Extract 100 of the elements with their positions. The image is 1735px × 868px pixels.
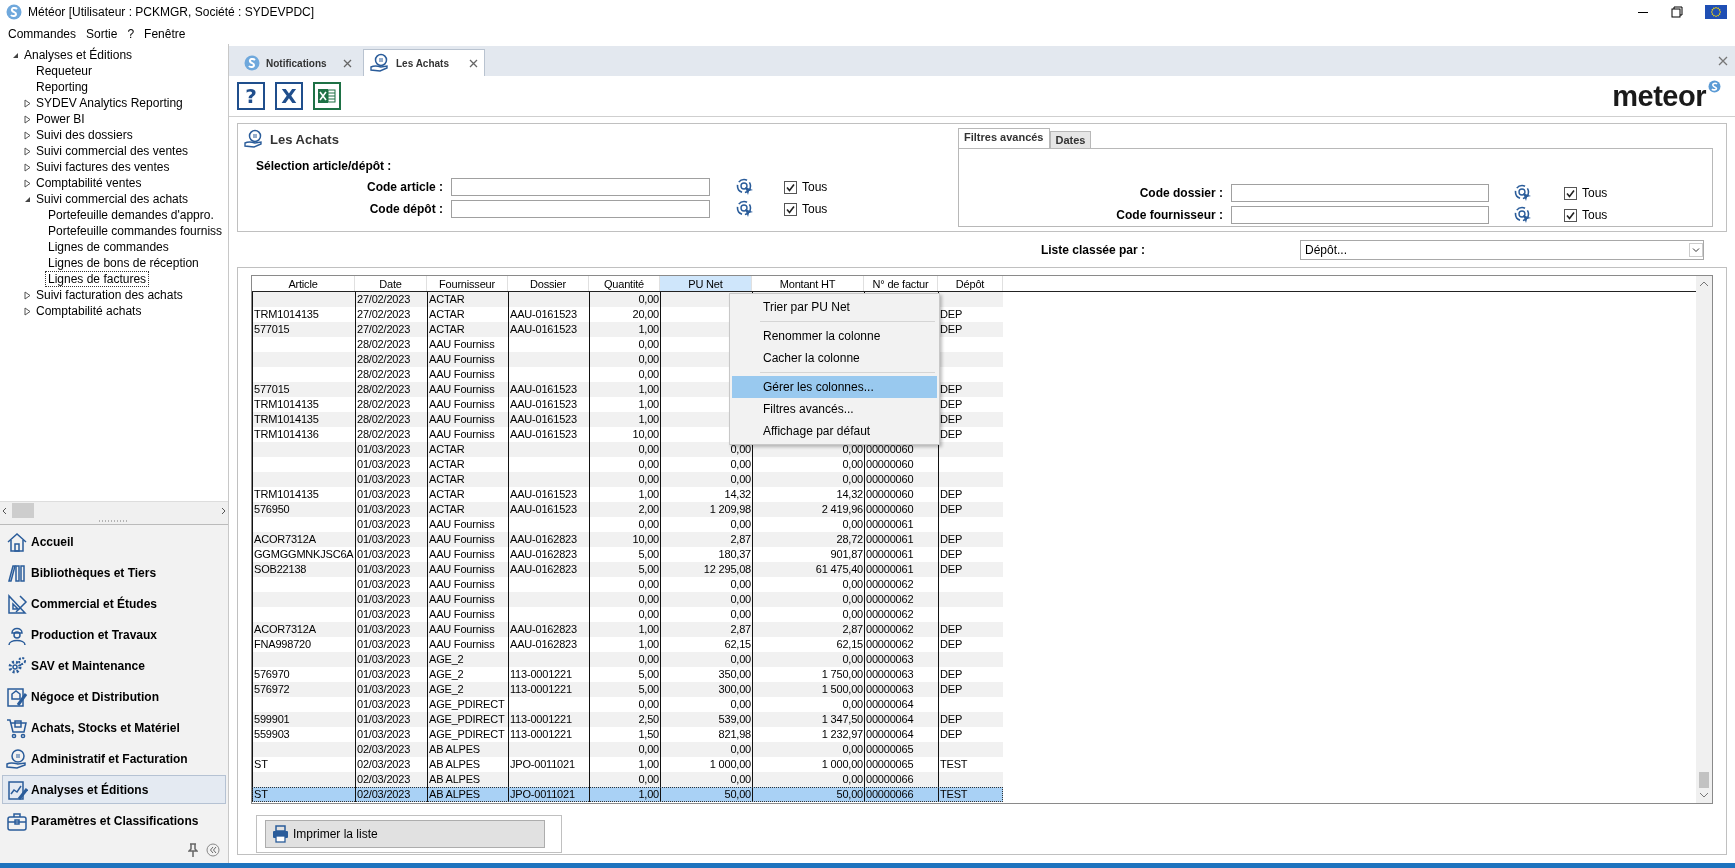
tree-item[interactable]: Suivi facturation des achats xyxy=(34,288,185,302)
expand-icon[interactable] xyxy=(23,98,31,108)
tree-item[interactable]: Suivi factures des ventes xyxy=(34,160,172,174)
expand-icon[interactable] xyxy=(23,290,31,300)
lookup-icon[interactable] xyxy=(1514,206,1532,224)
tree-item[interactable]: Comptabilité achats xyxy=(34,304,144,318)
checkbox[interactable] xyxy=(1564,186,1577,200)
column-header[interactable]: Date xyxy=(355,276,427,291)
tab[interactable]: Les Achats xyxy=(363,49,485,76)
table-row[interactable]: 01/03/2023 AGE_2 0,00 0,00 0,00 00000063 xyxy=(252,652,1003,667)
close-icon[interactable] xyxy=(343,58,352,68)
expand-icon[interactable] xyxy=(23,146,31,156)
table-row[interactable]: ACOR7312A 01/03/2023 AAU Fourniss AAU-0162823 10,00 2,87 28,72 00000061 DEP xyxy=(252,532,1003,547)
tab[interactable]: Filtres avancés xyxy=(958,128,1050,148)
close-icon[interactable] xyxy=(469,58,478,68)
input-field[interactable] xyxy=(1231,206,1489,224)
menu-item[interactable]: Gérer les colonnes... xyxy=(732,376,937,398)
lookup-icon[interactable] xyxy=(736,200,754,218)
nav-item[interactable]: SAV et Maintenance xyxy=(2,651,226,680)
lookup-icon[interactable] xyxy=(1514,184,1532,202)
table-row[interactable]: 576972 01/03/2023 AGE_2 113-0001221 5,00 300,00 1 500,00 00000063 DEP xyxy=(252,682,1003,697)
column-header[interactable]: Fournisseur xyxy=(427,276,508,291)
table-row[interactable]: 01/03/2023 ACTAR 0,00 0,00 0,00 00000060 xyxy=(252,442,1003,457)
nav-item[interactable]: Commercial et Études xyxy=(2,589,226,618)
scrollbar[interactable] xyxy=(1696,276,1712,803)
flag-icon[interactable] xyxy=(1705,5,1727,19)
column-header[interactable]: Montant HT xyxy=(752,276,864,291)
nav-item[interactable]: Administratif et Facturation xyxy=(2,744,226,773)
column-header[interactable]: Dépôt xyxy=(938,276,1003,291)
table-row[interactable]: 01/03/2023 AAU Fourniss 0,00 0,00 0,00 00000062 xyxy=(252,592,1003,607)
table-row[interactable]: SOB22138 01/03/2023 AAU Fourniss AAU-0162823 5,00 12 295,08 61 475,40 00000061 DEP xyxy=(252,562,1003,577)
table-cell: 2,87 xyxy=(660,532,752,547)
expand-icon[interactable] xyxy=(23,162,31,172)
field-label: Code article : xyxy=(365,180,444,194)
tree-item[interactable]: Suivi commercial des ventes xyxy=(34,144,191,158)
cancel-button[interactable]: X xyxy=(275,82,303,110)
menu-item[interactable]: Sortie xyxy=(81,27,123,41)
tree-item[interactable]: Comptabilité ventes xyxy=(34,176,144,190)
collapse-icon[interactable] xyxy=(11,51,19,59)
column-header[interactable]: N° de factur xyxy=(864,276,938,291)
column-header[interactable]: Dossier xyxy=(508,276,589,291)
collapse-panel-icon[interactable] xyxy=(206,843,220,857)
tree-item[interactable]: Reporting xyxy=(34,80,91,94)
tree-item[interactable]: Lignes de factures xyxy=(46,272,149,286)
tree-item[interactable]: Requeteur xyxy=(34,64,95,78)
expand-icon[interactable] xyxy=(23,306,31,316)
expand-icon[interactable] xyxy=(23,178,31,188)
input-field[interactable] xyxy=(1231,184,1489,202)
pin-icon[interactable] xyxy=(188,843,198,857)
collapse-icon[interactable] xyxy=(23,195,31,203)
close-icon[interactable] xyxy=(1718,56,1728,66)
table-cell: ACTAR xyxy=(427,292,508,307)
nav-item[interactable]: Achats, Stocks et Matériel xyxy=(2,713,226,742)
table-row[interactable]: ST 02/03/2023 AB ALPES JPO-0011021 1,00 50,00 50,00 00000066 TEST xyxy=(252,787,1003,802)
tree-item[interactable]: Portefeuille commandes fourniss xyxy=(46,224,225,238)
menu-item[interactable]: ? xyxy=(122,27,140,41)
nav-item[interactable]: Bibliothèques et Tiers xyxy=(2,558,226,587)
nav-item[interactable]: Paramètres et Classifications xyxy=(2,806,226,835)
checkbox[interactable] xyxy=(1564,208,1577,222)
table-row[interactable]: 01/03/2023 ACTAR 0,00 0,00 0,00 00000060 xyxy=(252,472,1003,487)
table-row[interactable]: 02/03/2023 AB ALPES 0,00 0,00 0,00 00000065 xyxy=(252,742,1003,757)
menu-item[interactable]: Fenêtre xyxy=(139,27,191,41)
tree-item[interactable]: Power BI xyxy=(34,112,87,126)
export-button[interactable] xyxy=(313,82,341,110)
tree-item[interactable]: Portefeuille demandes d'appro. xyxy=(46,208,216,222)
nav-item[interactable]: Accueil xyxy=(2,527,226,556)
restore-icon[interactable] xyxy=(1671,6,1683,18)
table-row[interactable]: ACOR7312A 01/03/2023 AAU Fourniss AAU-0162823 1,00 2,87 2,87 00000062 DEP xyxy=(252,622,1003,637)
table-cell: 2,00 xyxy=(589,502,660,517)
menu-item[interactable]: Commandes xyxy=(3,27,82,41)
tree-item[interactable]: SYDEV Analytics Reporting xyxy=(34,96,185,110)
nav-item[interactable]: Production et Travaux xyxy=(2,620,226,649)
tree-item[interactable]: Lignes de commandes xyxy=(46,240,171,254)
column-header[interactable]: Article xyxy=(252,276,355,291)
tree-item[interactable]: Suivi commercial des achats xyxy=(34,192,191,206)
tree-item[interactable]: Analyses et Éditions xyxy=(22,48,135,62)
splitter-handle[interactable] xyxy=(99,519,129,523)
table-row[interactable]: 02/03/2023 AB ALPES 0,00 0,00 0,00 00000066 xyxy=(252,772,1003,787)
scrollbar[interactable] xyxy=(0,501,228,519)
table-row[interactable]: 576950 01/03/2023 ACTAR AAU-0161523 2,00 1 209,98 2 419,96 00000060 DEP xyxy=(252,502,1003,517)
lookup-icon[interactable] xyxy=(736,178,754,196)
checkbox[interactable] xyxy=(784,202,797,216)
checkbox[interactable] xyxy=(784,180,797,194)
nav-item[interactable]: Négoce et Distribution xyxy=(2,682,226,711)
sort-dropdown[interactable]: Dépôt... xyxy=(1300,239,1704,260)
expand-icon[interactable] xyxy=(23,114,31,124)
expand-icon[interactable] xyxy=(23,130,31,140)
help-button[interactable]: ? xyxy=(237,82,265,110)
tab[interactable]: Notifications xyxy=(237,49,359,76)
table-row[interactable]: 599901 01/03/2023 AGE_PDIRECT 113-0001221 2,50 539,00 1 347,50 00000064 DEP xyxy=(252,712,1003,727)
scroll-thumb[interactable] xyxy=(12,503,34,518)
input-field[interactable] xyxy=(451,178,710,196)
nav-item[interactable]: Analyses et Éditions xyxy=(2,775,226,804)
table-cell: 28/02/2023 xyxy=(355,352,427,367)
column-header[interactable]: PU Net xyxy=(660,276,752,291)
tree-item[interactable]: Lignes de bons de réception xyxy=(46,256,201,270)
print-button[interactable]: Imprimer la liste xyxy=(265,820,545,848)
input-field[interactable] xyxy=(451,200,710,218)
tree-item[interactable]: Suivi des dossiers xyxy=(34,128,135,142)
tab[interactable]: Dates xyxy=(1049,131,1092,148)
